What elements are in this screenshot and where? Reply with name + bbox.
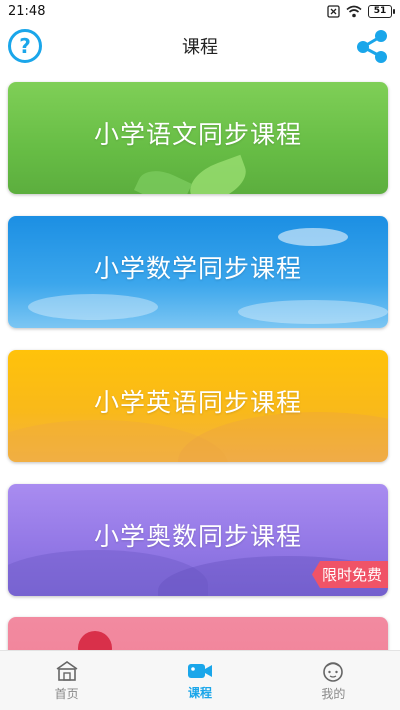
face-icon [323, 661, 344, 682]
course-card-chinese[interactable]: 小学语文同步课程 [8, 82, 388, 194]
tab-home[interactable]: 首页 [0, 651, 133, 710]
cloud-decoration [238, 300, 388, 324]
header: ? 课程 [0, 24, 400, 68]
course-title: 小学奥数同步课程 [93, 522, 302, 551]
question-circle-icon: ? [19, 34, 31, 58]
sim-card-icon [327, 4, 340, 18]
page-title: 课程 [182, 37, 218, 58]
share-icon[interactable] [354, 28, 390, 64]
video-camera-icon [187, 663, 212, 678]
wifi-icon [346, 5, 362, 17]
course-card-olympiad[interactable]: 小学奥数同步课程 限时免费 [8, 484, 388, 596]
leaf-decoration [134, 162, 192, 194]
status-icons: 51 [327, 4, 395, 18]
home-icon [56, 660, 78, 681]
tab-label: 首页 [54, 686, 79, 701]
dune-decoration [178, 412, 388, 462]
tab-courses[interactable]: 课程 [133, 651, 266, 710]
course-list[interactable]: 小学语文同步课程 小学数学同步课程 小学英语同步课程 小学奥数同步课程 限时免费 [0, 80, 400, 650]
status-bar: 21:48 51 [0, 0, 400, 22]
battery-icon: 51 [368, 4, 395, 18]
leaf-decoration [183, 154, 253, 194]
cloud-decoration [28, 294, 158, 320]
course-title: 小学语文同步课程 [93, 120, 302, 149]
flower-decoration [78, 631, 112, 650]
battery-level: 51 [373, 6, 387, 16]
course-card-partial[interactable] [8, 617, 388, 650]
tab-label: 我的 [321, 686, 346, 701]
free-badge: 限时免费 [311, 561, 388, 588]
help-button[interactable]: ? [8, 29, 42, 63]
status-time: 21:48 [8, 3, 46, 19]
course-card-english[interactable]: 小学英语同步课程 [8, 350, 388, 462]
course-title: 小学数学同步课程 [93, 254, 302, 283]
cloud-decoration [278, 228, 348, 246]
course-title: 小学英语同步课程 [93, 388, 302, 417]
tab-bar: 首页 课程 我的 [0, 650, 400, 710]
tab-label: 课程 [187, 685, 212, 700]
tab-profile[interactable]: 我的 [267, 651, 400, 710]
course-card-math[interactable]: 小学数学同步课程 [8, 216, 388, 328]
